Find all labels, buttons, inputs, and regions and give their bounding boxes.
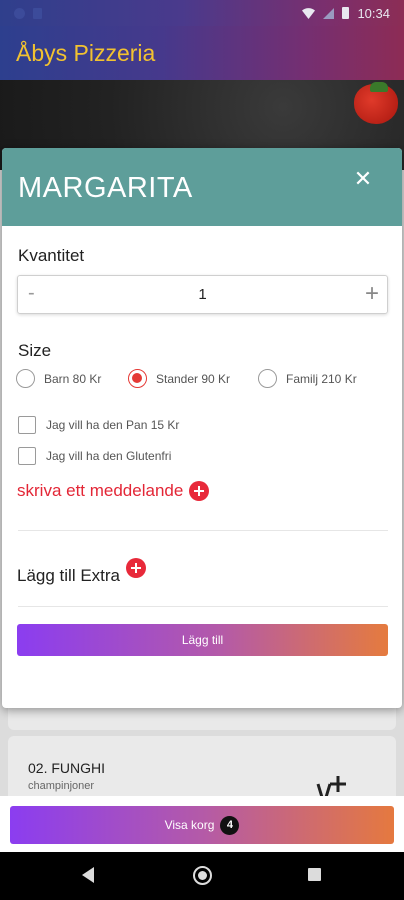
app-bar: Åbys Pizzeria xyxy=(0,26,404,80)
pepper-stem xyxy=(370,82,388,92)
option-pan-checkbox[interactable]: Jag vill ha den Pan 15 Kr xyxy=(18,416,179,434)
status-right: 10:34 xyxy=(302,6,390,21)
radio-selected-icon[interactable] xyxy=(128,369,147,388)
battery-icon xyxy=(342,7,350,19)
size-option-barn[interactable]: Barn 80 Kr xyxy=(16,369,101,388)
size-option-label: Stander 90 Kr xyxy=(156,371,231,386)
add-circle-icon[interactable] xyxy=(189,481,210,501)
bottom-bar: Visa korg 4 xyxy=(0,796,404,852)
radio-circle-icon[interactable] xyxy=(258,369,277,388)
status-left xyxy=(14,7,42,19)
quantity-label: Kvantitet xyxy=(18,246,85,265)
recent-apps-icon[interactable] xyxy=(308,868,321,881)
checkbox-icon[interactable] xyxy=(18,416,36,434)
checkbox-icon[interactable] xyxy=(18,447,36,465)
quantity-value[interactable]: 1 xyxy=(18,286,387,303)
product-modal: MARGARITA ✕ Kvantitet - 1 + Size Barn 80… xyxy=(2,148,402,708)
add-circle-icon[interactable] xyxy=(126,558,146,578)
size-option-label: Barn 80 Kr xyxy=(44,371,102,386)
modal-header: MARGARITA ✕ xyxy=(2,148,402,226)
notification-icon xyxy=(14,7,25,19)
sd-card-icon xyxy=(33,7,42,19)
signal-icon xyxy=(323,7,335,19)
back-icon[interactable] xyxy=(82,867,94,883)
size-option-familj[interactable]: Familj 210 Kr xyxy=(258,369,357,388)
option-label: Jag vill ha den Pan 15 Kr xyxy=(46,418,180,432)
option-glutenfri-checkbox[interactable]: Jag vill ha den Glutenfri xyxy=(18,447,171,465)
quantity-plus-button[interactable]: + xyxy=(365,280,379,308)
view-cart-label: Visa korg xyxy=(164,818,215,832)
write-message-label: skriva ett meddelande xyxy=(17,481,184,500)
status-time: 10:34 xyxy=(357,5,390,21)
divider xyxy=(18,606,388,607)
cart-count-badge: 4 xyxy=(220,815,240,835)
size-radio-group: Barn 80 Kr Stander 90 Kr Familj 210 Kr xyxy=(16,369,396,393)
system-nav-bar xyxy=(0,852,404,900)
divider xyxy=(18,530,388,531)
size-label: Size xyxy=(18,341,52,360)
write-message-link[interactable]: skriva ett meddelande xyxy=(17,481,210,501)
option-label: Jag vill ha den Glutenfri xyxy=(46,449,172,463)
wifi-icon xyxy=(302,7,316,19)
size-option-stander[interactable]: Stander 90 Kr xyxy=(128,369,230,388)
size-option-label: Familj 210 Kr xyxy=(286,371,357,386)
home-icon[interactable] xyxy=(193,866,212,885)
add-extra-label: Lägg till Extra xyxy=(17,566,120,585)
menu-item-subtitle: champinjoner xyxy=(28,780,95,792)
status-bar: 10:34 xyxy=(0,0,404,26)
radio-circle-icon[interactable] xyxy=(16,369,35,388)
quantity-stepper: - 1 + xyxy=(17,275,388,314)
menu-item-title: 02. FUNGHI xyxy=(28,760,106,776)
add-extra-link[interactable]: Lägg till Extra xyxy=(17,558,146,586)
app-title: Åbys Pizzeria xyxy=(16,39,156,66)
close-icon[interactable]: ✕ xyxy=(352,168,374,190)
modal-title: MARGARITA xyxy=(18,172,193,204)
add-to-order-button[interactable]: Lägg till xyxy=(17,624,388,656)
view-cart-button[interactable]: Visa korg 4 xyxy=(10,806,394,844)
